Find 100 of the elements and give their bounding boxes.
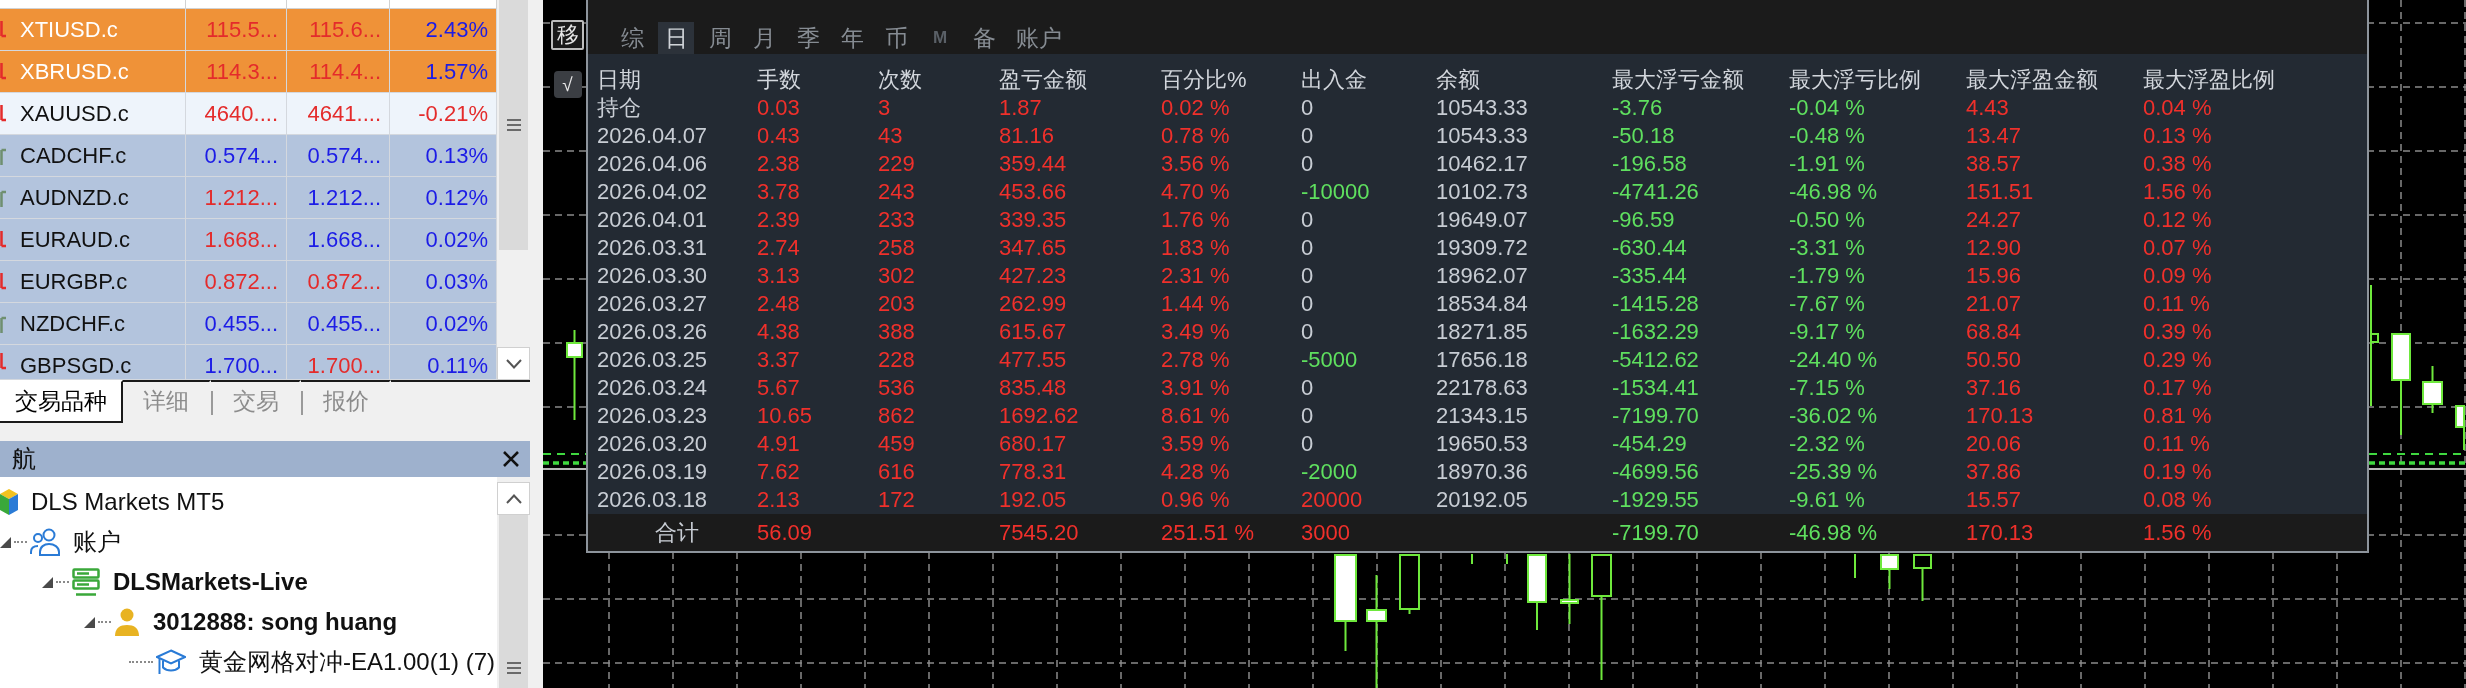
table-cell: 2.39 <box>757 206 800 234</box>
market-watch-row[interactable]: EURAUD.c 1.668... 1.668... 0.02% <box>0 219 497 261</box>
table-cell: 2.78 % <box>1161 346 1230 374</box>
expand-triangle-icon[interactable] <box>0 536 11 548</box>
table-cell: 0.08 % <box>2143 486 2212 514</box>
tree-item[interactable]: DLSMarkets-Live <box>113 568 308 596</box>
table-cell: 0.13 % <box>2143 122 2212 150</box>
table-cell: -4741.26 <box>1612 178 1699 206</box>
price-level-line <box>543 453 587 455</box>
column-header: 最大浮亏比例 <box>1789 66 1921 94</box>
tab[interactable]: 币 <box>878 22 914 54</box>
table-cell: 2026.03.31 <box>597 234 708 262</box>
tree-item[interactable]: 3012888: song huang <box>153 608 398 636</box>
table-cell: 3.56 % <box>1161 150 1230 178</box>
table-cell: 2.48 <box>757 290 800 318</box>
table-cell: -46.98 % <box>1789 178 1878 206</box>
table-cell: 835.48 <box>999 374 1067 402</box>
scrollbar-thumb[interactable] <box>499 515 528 688</box>
table-cell: 2026.03.19 <box>597 458 708 486</box>
table-cell: 18271.85 <box>1436 318 1528 346</box>
table-cell: 4.28 % <box>1161 458 1230 486</box>
tab[interactable]: 综 <box>614 22 650 54</box>
expand-triangle-icon[interactable] <box>84 616 95 628</box>
table-cell: 21.07 <box>1966 290 2022 318</box>
table-cell: 2026.04.07 <box>597 122 708 150</box>
table-cell: 0.81 % <box>2143 402 2212 430</box>
table-cell: 81.16 <box>999 122 1055 150</box>
scroll-down-button[interactable] <box>497 347 530 380</box>
market-watch-row[interactable]: EURGBP.c 0.872... 0.872... 0.03% <box>0 261 497 303</box>
candlestick <box>1506 553 1508 565</box>
tree-item[interactable]: DLS Markets MT5 <box>31 488 225 516</box>
symbol-name: GBPSGD.c <box>20 353 132 379</box>
table-cell: 0.17 % <box>2143 374 2212 402</box>
table-cell: 3.37 <box>757 346 800 374</box>
ask-price: 4641.... <box>287 93 390 134</box>
graduation-cap-icon <box>156 649 186 675</box>
table-cell: 778.31 <box>999 458 1067 486</box>
chart-button[interactable]: √ <box>553 71 582 98</box>
market-watch-row[interactable]: CADCHF.c 0.574... 0.574... 0.13% <box>0 135 497 177</box>
tree-item[interactable]: 黄金网格对冲-EA1.00(1) (7) <box>199 646 496 678</box>
market-watch-row[interactable]: XTIUSD.c 115.5... 115.6... 2.43% <box>0 9 497 51</box>
table-cell: 0.03 <box>757 94 800 122</box>
table-cell: 0 <box>1301 150 1314 178</box>
bid-price: 1.700... <box>186 345 287 379</box>
table-cell: -196.58 <box>1612 150 1687 178</box>
symbol-name: XAUUSD.c <box>20 100 129 127</box>
table-cell: 68.84 <box>1966 318 2022 346</box>
table-cell: 4.70 % <box>1161 178 1230 206</box>
market-watch-row[interactable]: AUDNZD.c 1.212... 1.212... 0.12% <box>0 177 497 219</box>
market-watch-row[interactable]: XAUUSD.c 4640.... 4641.... -0.21% <box>0 93 497 135</box>
bid-price: 1.668... <box>186 219 287 260</box>
close-icon <box>503 451 519 467</box>
table-cell: 10102.73 <box>1436 178 1528 206</box>
scroll-up-button[interactable] <box>497 482 530 515</box>
tab[interactable]: 日 <box>658 22 694 54</box>
tab[interactable]: 周 <box>702 22 738 54</box>
table-cell: 347.65 <box>999 234 1067 262</box>
tab[interactable]: 月 <box>746 22 782 54</box>
market-watch-row[interactable]: GBPSGD.c 1.700... 1.700... 0.11% <box>0 345 497 380</box>
market-watch-row[interactable]: NZDCHF.c 0.455... 0.455... 0.02% <box>0 303 497 345</box>
table-cell: 10543.33 <box>1436 122 1528 150</box>
table-cell: 0.43 <box>757 122 800 150</box>
table-cell: 251.51 % <box>1161 518 1254 547</box>
table-cell: 2.13 <box>757 486 800 514</box>
tab[interactable]: 年 <box>834 22 870 54</box>
table-cell: 0 <box>1301 94 1314 122</box>
table-cell: 1.56 % <box>2143 178 2212 206</box>
table-cell: 1.44 % <box>1161 290 1230 318</box>
tab[interactable]: 账户 <box>1010 22 1068 54</box>
table-cell: 20192.05 <box>1436 486 1528 514</box>
column-header: 最大浮盈比例 <box>2143 66 2275 94</box>
table-cell: 2026.03.25 <box>597 346 708 374</box>
symbol-name: NZDCHF.c <box>20 310 126 337</box>
table-cell: 0.11 % <box>2143 290 2210 318</box>
tree-item[interactable]: 账户 <box>73 526 121 558</box>
table-cell: 3.49 % <box>1161 318 1230 346</box>
market-watch-row[interactable]: XBRUSD.c 114.3... 114.4... 1.57% <box>0 51 497 93</box>
table-cell: 0.19 % <box>2143 458 2212 486</box>
tab[interactable]: 季 <box>790 22 826 54</box>
candlestick <box>1880 553 1899 590</box>
table-cell: 0 <box>1301 430 1314 458</box>
expand-triangle-icon[interactable] <box>42 576 53 588</box>
tab[interactable]: 交易品种 <box>0 380 123 423</box>
scrollbar-thumb[interactable] <box>499 0 528 250</box>
table-cell: 0.12 % <box>2143 206 2212 234</box>
table-cell: -3.31 % <box>1789 234 1865 262</box>
chart-button[interactable]: 移 <box>551 20 584 50</box>
table-cell: 0.07 % <box>2143 234 2212 262</box>
table-cell: -9.17 % <box>1789 318 1865 346</box>
tab[interactable]: 备 <box>966 22 1002 54</box>
table-cell: 862 <box>878 402 915 430</box>
symbol-name: AUDNZD.c <box>20 184 129 211</box>
price-line <box>543 468 587 470</box>
table-cell: -7.67 % <box>1789 290 1865 318</box>
table-cell: 0 <box>1301 262 1314 290</box>
table-cell: 0 <box>1301 402 1314 430</box>
column-header: 最大浮亏金额 <box>1612 66 1744 94</box>
table-cell: 20000 <box>1301 486 1363 514</box>
table-cell: 459 <box>878 430 915 458</box>
ask-price: 1.700... <box>287 345 390 379</box>
